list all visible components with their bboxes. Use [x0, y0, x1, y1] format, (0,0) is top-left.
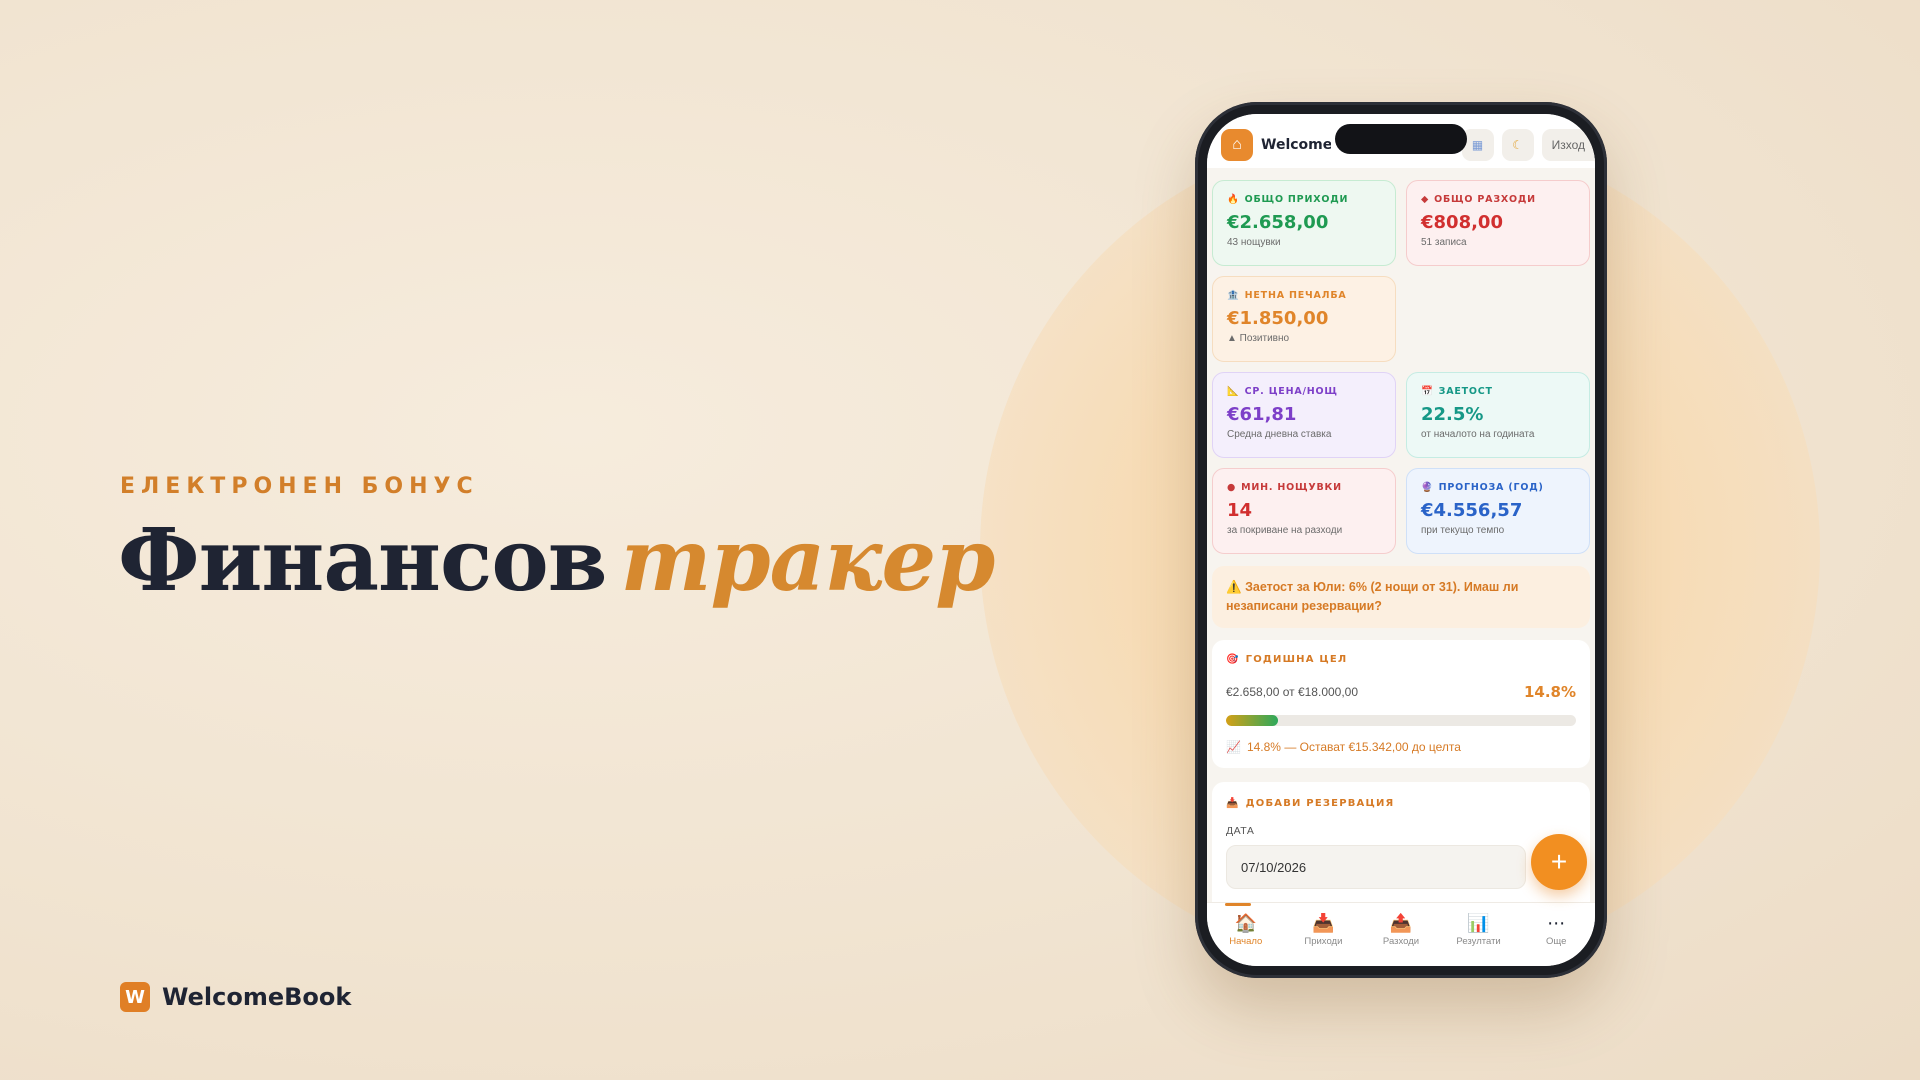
more-icon: ⋯	[1547, 913, 1566, 933]
stat-card-forecast[interactable]: 🔮 ПРОГНОЗА (ГОД) €4.556,57 при текущо тем…	[1406, 468, 1590, 554]
stat-label: ● МИН. НОЩУВКИ	[1227, 482, 1381, 493]
stat-value: €2.658,00	[1227, 212, 1329, 233]
nav-label: Резултати	[1456, 936, 1501, 947]
ruler-icon: 📐	[1227, 386, 1240, 397]
add-booking-title-text: ДОБАВИ РЕЗЕРВАЦИЯ	[1245, 798, 1395, 809]
nav-label: Още	[1545, 936, 1567, 947]
stat-label: ◆ ОБЩО РАЗХОДИ	[1421, 194, 1575, 205]
nav-item-more[interactable]: ⋯ Още	[1521, 913, 1591, 947]
goal-progress-fill	[1226, 715, 1278, 726]
stats-grid: 🔥 ОБЩО ПРИХОДИ €2.658,00 43 нощувки ◆ ОБЩО…	[1212, 180, 1591, 554]
stat-sub: ▲ Позитивно	[1227, 333, 1290, 344]
stat-label-text: ОБЩО ПРИХОДИ	[1244, 194, 1349, 205]
stat-label-text: ОБЩО РАЗХОДИ	[1434, 194, 1536, 205]
house-icon: ⌂	[1221, 129, 1253, 161]
stat-card-net-profit[interactable]: 🏦 НЕТНА ПЕЧАЛБА €1.850,00 ▲ Позитивно	[1212, 276, 1396, 362]
dashboard-content: 🔥 ОБЩО ПРИХОДИ €2.658,00 43 нощувки ◆ ОБЩО…	[1207, 174, 1595, 922]
stat-card-income[interactable]: 🔥 ОБЩО ПРИХОДИ €2.658,00 43 нощувки	[1212, 180, 1396, 266]
phone-notch	[1335, 124, 1467, 154]
nav-label: Разходи	[1382, 936, 1420, 947]
crystal-ball-icon: 🔮	[1421, 482, 1434, 493]
stat-sub: при текущо темпо	[1421, 525, 1505, 536]
goal-title: 🎯 ГОДИШНА ЦЕЛ	[1226, 654, 1576, 665]
stat-sub: за покриване на разходи	[1227, 525, 1343, 536]
stat-card-avg-price[interactable]: 📐 СР. ЦЕНА/НОЩ €61,81 Средна дневна ставк…	[1212, 372, 1396, 458]
stat-label: 📅 ЗАЕТОСТ	[1421, 386, 1575, 397]
date-label: ДАТА	[1226, 825, 1255, 837]
calendar-icon: 📅	[1421, 386, 1434, 397]
chart-up-icon: 📈	[1226, 740, 1241, 754]
stat-label: 🏦 НЕТНА ПЕЧАЛБА	[1227, 290, 1381, 301]
stat-label: 🔥 ОБЩО ПРИХОДИ	[1227, 194, 1381, 205]
phone-mockup: ⌂ WelcomeB ▦ ☾ Изход 🔥 ОБЩО ПРИХОДИ €2.65…	[1195, 102, 1607, 978]
goal-amount: €2.658,00 от €18.000,00	[1226, 685, 1359, 699]
hero-title-accent: тракер	[620, 510, 995, 611]
home-icon: 🏠	[1234, 913, 1257, 933]
bank-icon: 🏦	[1227, 290, 1240, 301]
stat-sub: 43 нощувки	[1227, 237, 1281, 248]
goal-percent: 14.8%	[1523, 683, 1576, 701]
brand-logo-icon: W	[120, 982, 150, 1012]
inbox-icon: 📥	[1312, 913, 1335, 933]
phone-screen: ⌂ WelcomeB ▦ ☾ Изход 🔥 ОБЩО ПРИХОДИ €2.65…	[1207, 114, 1595, 966]
grid-spacer	[1406, 276, 1590, 362]
moon-icon[interactable]: ☾	[1501, 129, 1534, 161]
bar-chart-icon: 📊	[1467, 913, 1490, 933]
outbox-icon: 📤	[1389, 913, 1413, 933]
stat-label-text: НЕТНА ПЕЧАЛБА	[1244, 290, 1347, 301]
diamond-icon: ◆	[1421, 194, 1430, 205]
stat-value: €1.850,00	[1227, 308, 1329, 329]
nav-label: Приходи	[1304, 936, 1343, 947]
stat-label-text: МИН. НОЩУВКИ	[1241, 482, 1342, 493]
annual-goal-card: 🎯 ГОДИШНА ЦЕЛ €2.658,00 от €18.000,00 14…	[1212, 640, 1590, 768]
add-fab-button[interactable]: +	[1531, 834, 1587, 890]
stat-value: €4.556,57	[1421, 500, 1523, 521]
stat-sub: от началото на годината	[1421, 429, 1535, 440]
stat-card-occupancy[interactable]: 📅 ЗАЕТОСТ 22.5% от началото на годината	[1406, 372, 1590, 458]
goal-row: €2.658,00 от €18.000,00 14.8%	[1226, 683, 1576, 701]
stat-label-text: ЗАЕТОСТ	[1438, 386, 1493, 397]
hero-eyebrow: ЕЛЕКТРОНЕН БОНУС	[120, 474, 479, 499]
inbox-icon: 📥	[1226, 798, 1240, 809]
stat-value: 22.5%	[1421, 404, 1484, 425]
hero-title: Финансов тракер	[118, 510, 995, 611]
goal-note: 📈 14.8% — Остават €15.342,00 до целта	[1226, 740, 1576, 754]
brand: W WelcomeBook	[120, 982, 351, 1012]
brand-name: WelcomeBook	[162, 983, 352, 1011]
stat-card-expenses[interactable]: ◆ ОБЩО РАЗХОДИ €808,00 51 записа	[1406, 180, 1590, 266]
nav-item-home[interactable]: 🏠 Начало	[1211, 903, 1281, 947]
stat-sub: 51 записа	[1421, 237, 1467, 248]
stat-value: €61,81	[1227, 404, 1297, 425]
nav-item-expenses[interactable]: 📤 Разходи	[1366, 913, 1436, 947]
header-actions: ▦ ☾ Изход	[1461, 129, 1595, 161]
stat-label: 📐 СР. ЦЕНА/НОЩ	[1227, 386, 1381, 397]
goal-progress-bar	[1226, 715, 1576, 726]
fire-icon: 🔥	[1227, 194, 1240, 205]
goal-note-text: 14.8% — Остават €15.342,00 до целта	[1246, 740, 1461, 754]
nav-item-income[interactable]: 📥 Приходи	[1288, 913, 1358, 947]
stat-value: 14	[1227, 500, 1253, 521]
red-dot-icon: ●	[1227, 482, 1237, 493]
stat-label: 🔮 ПРОГНОЗА (ГОД)	[1421, 482, 1575, 493]
bottom-nav: 🏠 Начало 📥 Приходи 📤 Разходи 📊 Резултати…	[1207, 902, 1595, 966]
add-booking-title: 📥 ДОБАВИ РЕЗЕРВАЦИЯ	[1226, 798, 1576, 809]
stat-label-text: ПРОГНОЗА (ГОД)	[1438, 482, 1544, 493]
target-icon: 🎯	[1226, 654, 1240, 665]
occupancy-alert: ⚠️ Заетост за Юли: 6% (2 нощи от 31). Им…	[1212, 566, 1590, 628]
stat-sub: Средна дневна ставка	[1227, 429, 1332, 440]
stat-label-text: СР. ЦЕНА/НОЩ	[1244, 386, 1338, 397]
alert-text: Заетост за Юли: 6% (2 нощи от 31). Имаш …	[1226, 580, 1519, 613]
app-title: WelcomeB	[1261, 137, 1331, 153]
logout-button[interactable]: Изход	[1541, 129, 1595, 161]
nav-item-results[interactable]: 📊 Резултати	[1444, 913, 1514, 947]
nav-label: Начало	[1229, 936, 1263, 947]
stat-card-min-nights[interactable]: ● МИН. НОЩУВКИ 14 за покриване на разходи	[1212, 468, 1396, 554]
date-input[interactable]: 07/10/2026	[1226, 845, 1526, 889]
hero-title-main: Финансов	[118, 510, 607, 611]
goal-title-text: ГОДИШНА ЦЕЛ	[1245, 654, 1348, 665]
warning-icon: ⚠️	[1226, 580, 1242, 594]
stat-value: €808,00	[1421, 212, 1503, 233]
